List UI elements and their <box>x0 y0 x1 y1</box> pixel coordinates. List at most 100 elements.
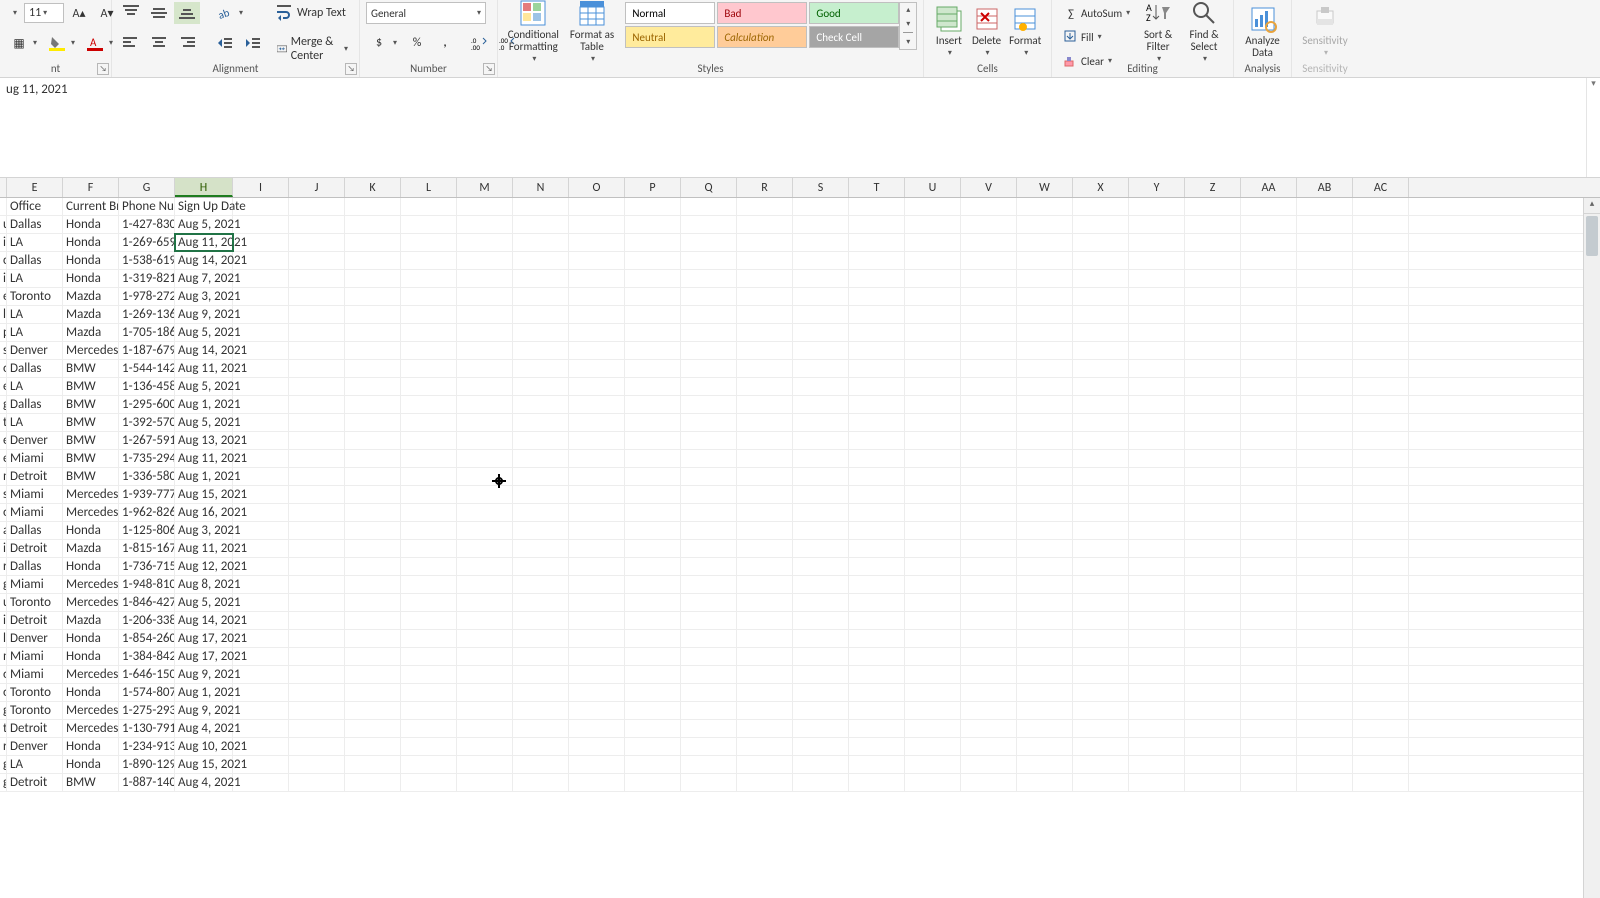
cell[interactable]: 1-890-129 <box>119 756 175 773</box>
cell[interactable] <box>737 504 793 521</box>
cell[interactable] <box>1353 630 1409 647</box>
cell[interactable] <box>513 324 569 341</box>
cell[interactable] <box>1017 738 1073 755</box>
cell[interactable] <box>905 396 961 413</box>
cell[interactable] <box>345 486 401 503</box>
cell[interactable] <box>681 594 737 611</box>
cell[interactable] <box>625 360 681 377</box>
cell[interactable] <box>849 720 905 737</box>
cell[interactable] <box>1241 522 1297 539</box>
cell[interactable] <box>1017 288 1073 305</box>
cell[interactable]: Aug 7, 2021 <box>175 270 233 287</box>
cell[interactable] <box>345 216 401 233</box>
cell[interactable]: i <box>0 612 7 629</box>
cell[interactable] <box>345 414 401 431</box>
cell[interactable] <box>793 252 849 269</box>
fill-color-button[interactable]: ▾ <box>44 32 80 54</box>
cell[interactable] <box>569 540 625 557</box>
cell[interactable] <box>569 414 625 431</box>
cell[interactable] <box>1073 648 1129 665</box>
cell[interactable] <box>1017 252 1073 269</box>
cell[interactable] <box>849 756 905 773</box>
cell[interactable]: Mercedes <box>63 486 119 503</box>
cell[interactable] <box>1129 576 1185 593</box>
cell[interactable] <box>849 342 905 359</box>
cell[interactable] <box>1297 198 1353 215</box>
cell[interactable] <box>569 558 625 575</box>
cell[interactable] <box>401 720 457 737</box>
cell[interactable] <box>457 342 513 359</box>
table-row[interactable]: lLAMazda1-269-136Aug 9, 2021 <box>0 306 1600 324</box>
cell[interactable] <box>681 612 737 629</box>
cell[interactable] <box>513 612 569 629</box>
cell[interactable]: Denver <box>7 738 63 755</box>
cell[interactable]: o <box>0 360 7 377</box>
cell[interactable]: Aug 12, 2021 <box>175 558 233 575</box>
cell[interactable] <box>1353 216 1409 233</box>
cell[interactable] <box>905 324 961 341</box>
cell[interactable] <box>1129 306 1185 323</box>
cell[interactable] <box>849 648 905 665</box>
cell[interactable] <box>233 396 289 413</box>
cell[interactable] <box>961 450 1017 467</box>
grid-rows[interactable]: OfficeCurrent BrPhone NuSign Up DateuDal… <box>0 198 1600 792</box>
cell[interactable] <box>569 594 625 611</box>
cell[interactable] <box>681 252 737 269</box>
cell[interactable] <box>905 414 961 431</box>
number-format-dropdown[interactable]: General ▾ <box>366 2 486 24</box>
cell[interactable] <box>1353 720 1409 737</box>
cell[interactable]: Mercedes <box>63 504 119 521</box>
column-header-AA[interactable]: AA <box>1241 178 1297 197</box>
style-bad[interactable]: Bad <box>717 2 807 24</box>
cell[interactable] <box>345 738 401 755</box>
analyze-data-button[interactable]: Analyze Data <box>1240 2 1285 62</box>
cell[interactable] <box>1185 396 1241 413</box>
table-row[interactable]: rDenverHonda1-234-913Aug 10, 2021 <box>0 738 1600 756</box>
cell[interactable] <box>569 198 625 215</box>
cell[interactable] <box>1073 234 1129 251</box>
cell[interactable] <box>401 738 457 755</box>
cell[interactable] <box>1017 576 1073 593</box>
cell[interactable] <box>401 378 457 395</box>
cell[interactable]: 1-854-260 <box>119 630 175 647</box>
increase-font-button[interactable]: A▴ <box>66 2 92 24</box>
cell[interactable] <box>233 558 289 575</box>
cell[interactable] <box>233 216 289 233</box>
cell[interactable] <box>793 468 849 485</box>
cell[interactable] <box>849 360 905 377</box>
cell[interactable] <box>849 378 905 395</box>
cell[interactable] <box>233 540 289 557</box>
cell[interactable] <box>793 198 849 215</box>
cell[interactable] <box>401 216 457 233</box>
cell[interactable]: 1-544-142 <box>119 360 175 377</box>
cell[interactable] <box>681 630 737 647</box>
cell[interactable]: Aug 14, 2021 <box>175 342 233 359</box>
cell[interactable] <box>793 450 849 467</box>
cell[interactable] <box>1241 612 1297 629</box>
cell[interactable]: Toronto <box>7 594 63 611</box>
cell[interactable]: c <box>0 252 7 269</box>
cell[interactable] <box>793 324 849 341</box>
cell[interactable] <box>345 324 401 341</box>
cell[interactable] <box>569 396 625 413</box>
cell[interactable]: 1-336-580 <box>119 468 175 485</box>
table-row[interactable]: OfficeCurrent BrPhone NuSign Up Date <box>0 198 1600 216</box>
cell[interactable] <box>737 216 793 233</box>
cell[interactable]: i <box>0 540 7 557</box>
cell[interactable] <box>1185 486 1241 503</box>
cell[interactable] <box>737 270 793 287</box>
cell[interactable] <box>905 774 961 791</box>
cell[interactable] <box>289 270 345 287</box>
cell[interactable] <box>1185 378 1241 395</box>
cell[interactable] <box>1185 648 1241 665</box>
cell[interactable] <box>1185 702 1241 719</box>
cell[interactable] <box>457 306 513 323</box>
cell[interactable] <box>401 522 457 539</box>
cell[interactable] <box>849 468 905 485</box>
cell[interactable] <box>737 288 793 305</box>
insert-cells-button[interactable]: Insert▾ <box>930 2 968 62</box>
cell[interactable] <box>569 468 625 485</box>
cell[interactable] <box>849 684 905 701</box>
cell[interactable]: 1-538-619 <box>119 252 175 269</box>
cell[interactable] <box>1017 594 1073 611</box>
